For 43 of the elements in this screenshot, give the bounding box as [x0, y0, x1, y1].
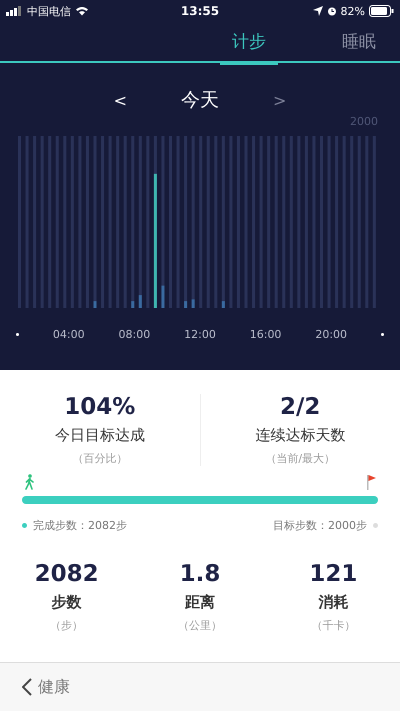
metric-label: 步数 [52, 593, 82, 612]
stat-value: 104% [64, 394, 136, 420]
time-label: 16:00 [250, 328, 282, 341]
stat-unit: （百分比） [72, 451, 128, 466]
metric-unit: （千卡） [311, 618, 356, 633]
metric-value: 121 [309, 561, 358, 587]
flag-icon [366, 474, 376, 490]
target-dot-icon [373, 523, 378, 528]
date-title: 今天 [181, 88, 219, 113]
metric-value: 2082 [34, 561, 99, 587]
tab[interactable]: 计步 [220, 22, 278, 65]
axis-dot [16, 333, 19, 336]
stat-label: 今日目标达成 [54, 426, 145, 445]
metric-label: 消耗 [318, 593, 348, 612]
time-label: 20:00 [315, 328, 348, 341]
clock-time: 13:55 [180, 4, 220, 18]
back-icon [22, 678, 32, 696]
battery-icon [368, 5, 394, 17]
axis-dot [380, 333, 384, 336]
alarm-icon [326, 6, 337, 16]
signal-icon [6, 6, 23, 16]
chart-max-label: 2000 [350, 115, 378, 128]
metric-unit: （公里） [178, 618, 222, 633]
metric-unit: （步） [50, 618, 84, 633]
tab[interactable]: 睡眠 [338, 22, 380, 65]
metric-label: 距离 [184, 593, 215, 612]
previous-day-button[interactable]: < [110, 90, 131, 110]
time-label: 08:00 [118, 328, 150, 341]
time-label: 12:00 [184, 328, 216, 341]
target-steps: 目标步数：2000步 [273, 518, 367, 533]
carrier-name: 中国电信 [27, 4, 71, 18]
completed-steps: 完成步数：2082步 [33, 518, 127, 533]
location-icon [312, 6, 323, 16]
wifi-icon [75, 6, 89, 16]
stat-label: 连续达标天数 [255, 426, 346, 445]
stat-unit: （当前/最大） [265, 451, 336, 466]
back-button[interactable]: 健康 [18, 672, 74, 702]
metric-value: 1.8 [180, 561, 220, 587]
time-label: 04:00 [52, 328, 85, 341]
stat-value: 2/2 [280, 394, 320, 420]
battery-percent: 82% [340, 4, 365, 18]
walking-person-icon [24, 474, 36, 490]
completed-dot-icon [22, 523, 27, 528]
